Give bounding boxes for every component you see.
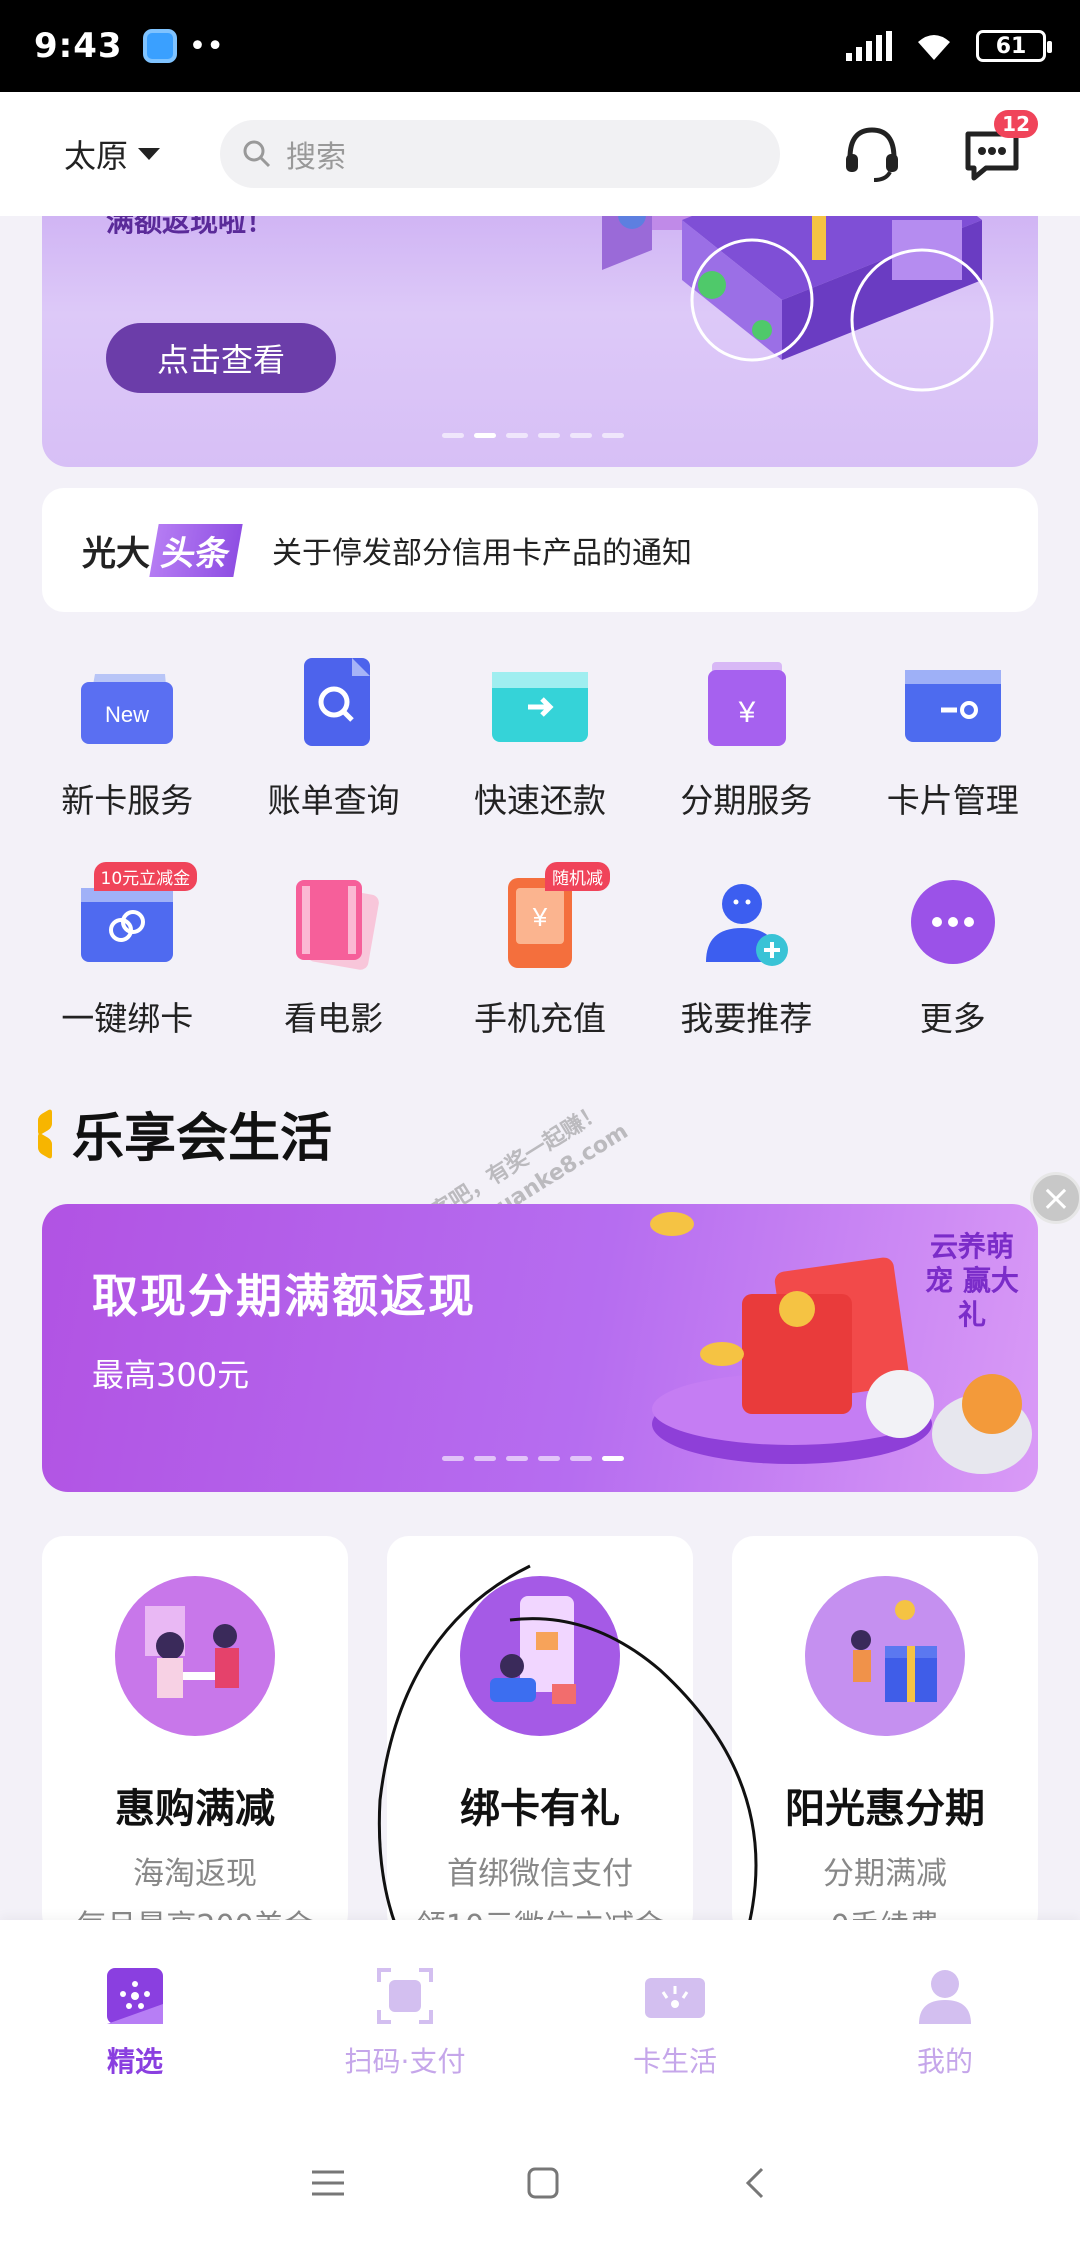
card-manage-icon [901,652,1005,756]
svg-text:¥: ¥ [532,902,548,932]
installment-icon: ¥ [694,652,798,756]
tab-card-life[interactable]: 卡生活 [540,1920,810,2118]
close-icon[interactable]: × [1030,1172,1080,1224]
news-brand-tag: 头条 [149,523,243,577]
search-placeholder: 搜索 [286,140,347,175]
tab-label: 我的 [916,2045,973,2078]
new-card-icon: New [75,652,179,756]
system-navigation-bar [0,2118,1080,2248]
message-count-badge: 12 [994,110,1038,138]
messages-button[interactable]: 12 [960,110,1038,186]
service-more[interactable]: 更多 [850,870,1056,1040]
service-label: 手机充值 [473,999,606,1038]
clock: 9:43 [34,26,123,66]
featured-icon [107,1968,163,2024]
search-input[interactable]: 搜索 [220,120,781,188]
tab-label: 扫码·支付 [344,2045,466,2078]
news-ticker[interactable]: 光大 头条 关于停发部分信用卡产品的通知 [42,488,1038,612]
home-icon[interactable] [525,2165,561,2201]
random-discount-badge: 随机减 [544,862,610,891]
recharge-icon: ¥ 随机减 [488,862,610,974]
service-label: 快速还款 [473,781,606,820]
scan-icon [377,1968,433,2024]
bottom-tab-bar: 精选 扫码·支付 卡生活 我的 [0,1920,1080,2118]
promo-banner[interactable]: 取现分期满额返现 最高300元 云养萌宠 赢大礼 [42,1204,1038,1492]
service-label: 我要推荐 [680,999,813,1038]
shopping-illustration-icon [115,1576,275,1736]
wifi-icon [918,35,950,60]
search-icon [243,140,271,168]
tab-featured[interactable]: 精选 [0,1920,270,2118]
recommend-icon [694,870,798,974]
signal-icon [846,31,892,61]
tab-scan-pay[interactable]: 扫码·支付 [270,1920,540,2118]
bind-card-icon: 10元立减金 [75,862,198,974]
service-installment[interactable]: ¥ 分期服务 [643,652,849,822]
service-label: 卡片管理 [886,781,1019,820]
more-notifications-indicator: •• [188,28,224,64]
service-recharge[interactable]: ¥ 随机减 手机充值 [437,862,643,1040]
status-bar: 9:43 •• 61 [0,0,1080,92]
promo-subtitle: 最高300元 [92,1356,250,1394]
battery-icon: 61 [976,30,1052,62]
promo-art-text: 云养萌宠 赢大礼 [925,1230,1019,1331]
tab-label: 卡生活 [632,2045,717,2078]
service-movie[interactable]: 看电影 [230,870,436,1040]
view-button[interactable]: 点击查看 [106,323,336,393]
tab-label: 精选 [106,2045,163,2078]
service-label: 看电影 [284,999,384,1038]
service-new-card[interactable]: New 新卡服务 [24,652,230,822]
movie-icon [282,870,386,974]
more-icon [901,870,1005,974]
service-label: 新卡服务 [61,781,194,820]
profile-icon [919,1970,971,2024]
menu-icon[interactable] [310,2168,346,2198]
city-label: 太原 [64,137,129,175]
news-brand-text: 光大 [82,533,150,574]
service-label: 更多 [919,999,986,1038]
service-label: 分期服务 [680,781,813,820]
services-row-2: 10元立减金 一键绑卡 看电影 ¥ 随机减 手机充值 我要推荐 更多 [24,862,1056,1040]
tab-profile[interactable]: 我的 [810,1920,1080,2118]
card-life-icon [645,1978,705,2018]
svg-text:¥: ¥ [738,696,756,729]
section-title-text: 乐享会生活 [72,1109,333,1169]
promo-pager [442,1456,624,1461]
bill-search-icon [282,652,386,756]
repay-icon [488,652,592,756]
service-label: 一键绑卡 [61,999,194,1038]
new-card-icon-text: New [105,702,149,727]
promo-title: 取现分期满额返现 [92,1269,476,1323]
gift-illustration-icon [805,1576,965,1736]
section-title: 乐享会生活 [38,1096,332,1171]
banner-pager [442,433,624,438]
service-card-manage[interactable]: 卡片管理 [850,652,1056,822]
news-brand: 光大 头条 [82,523,243,577]
city-selector[interactable]: 太原 [64,131,161,177]
card-shopping-discount[interactable]: 惠购满减 海淘返现 每月最高200美金 [42,1536,348,1936]
service-recommend[interactable]: 我要推荐 [643,870,849,1040]
customer-service-icon[interactable] [840,122,904,186]
chevron-down-icon [138,148,161,160]
app-notification-icon [142,29,177,63]
services-row-1: New 新卡服务 账单查询 快速还款 ¥ 分期服务 卡片管理 [24,652,1056,822]
card-title: 惠购满减 [115,1786,275,1832]
service-repay[interactable]: 快速还款 [437,652,643,822]
service-bill-query[interactable]: 账单查询 [230,652,436,822]
card-subtitle: 海淘返现 [133,1856,257,1892]
section-marker-icon [38,1108,54,1160]
news-headline[interactable]: 关于停发部分信用卡产品的通知 [272,528,692,572]
service-bind-card[interactable]: 10元立减金 一键绑卡 [24,862,230,1040]
discount-badge: 10元立减金 [93,862,198,891]
app-header: 太原 搜索 12 [0,92,1080,216]
back-icon[interactable] [740,2165,770,2201]
service-label: 账单查询 [267,781,400,820]
